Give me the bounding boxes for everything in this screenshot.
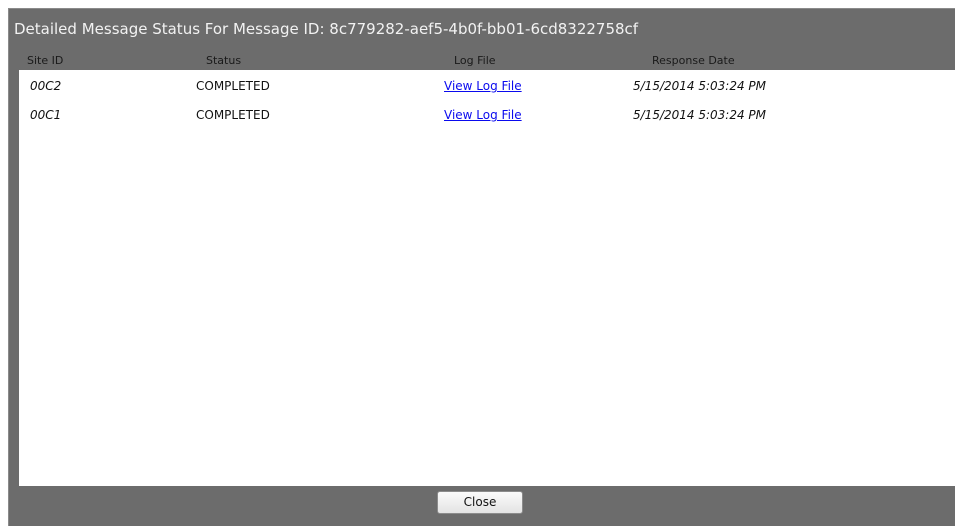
dialog-title: Detailed Message Status For Message ID: … [14,20,639,38]
column-header-status[interactable]: Status [206,54,241,67]
table-row[interactable]: 00C2 COMPLETED View Log File 5/15/2014 5… [19,76,955,105]
close-button[interactable]: Close [437,491,523,514]
column-header-site-id[interactable]: Site ID [27,54,63,67]
view-log-file-link[interactable]: View Log File [444,79,522,93]
status-cell: COMPLETED [196,108,270,122]
view-log-file-link[interactable]: View Log File [444,108,522,122]
table-header: Site ID Status Log File Response Date [19,54,955,70]
response-date-cell: 5/15/2014 5:03:24 PM [633,108,767,122]
table-body: 00C2 COMPLETED View Log File 5/15/2014 5… [19,76,955,134]
status-cell: COMPLETED [196,79,270,93]
site-id-cell: 00C2 [30,79,62,93]
table-row[interactable]: 00C1 COMPLETED View Log File 5/15/2014 5… [19,105,955,134]
site-id-cell: 00C1 [30,108,62,122]
column-header-log-file[interactable]: Log File [454,54,496,67]
column-header-response-date[interactable]: Response Date [652,54,735,67]
response-date-cell: 5/15/2014 5:03:24 PM [633,79,767,93]
